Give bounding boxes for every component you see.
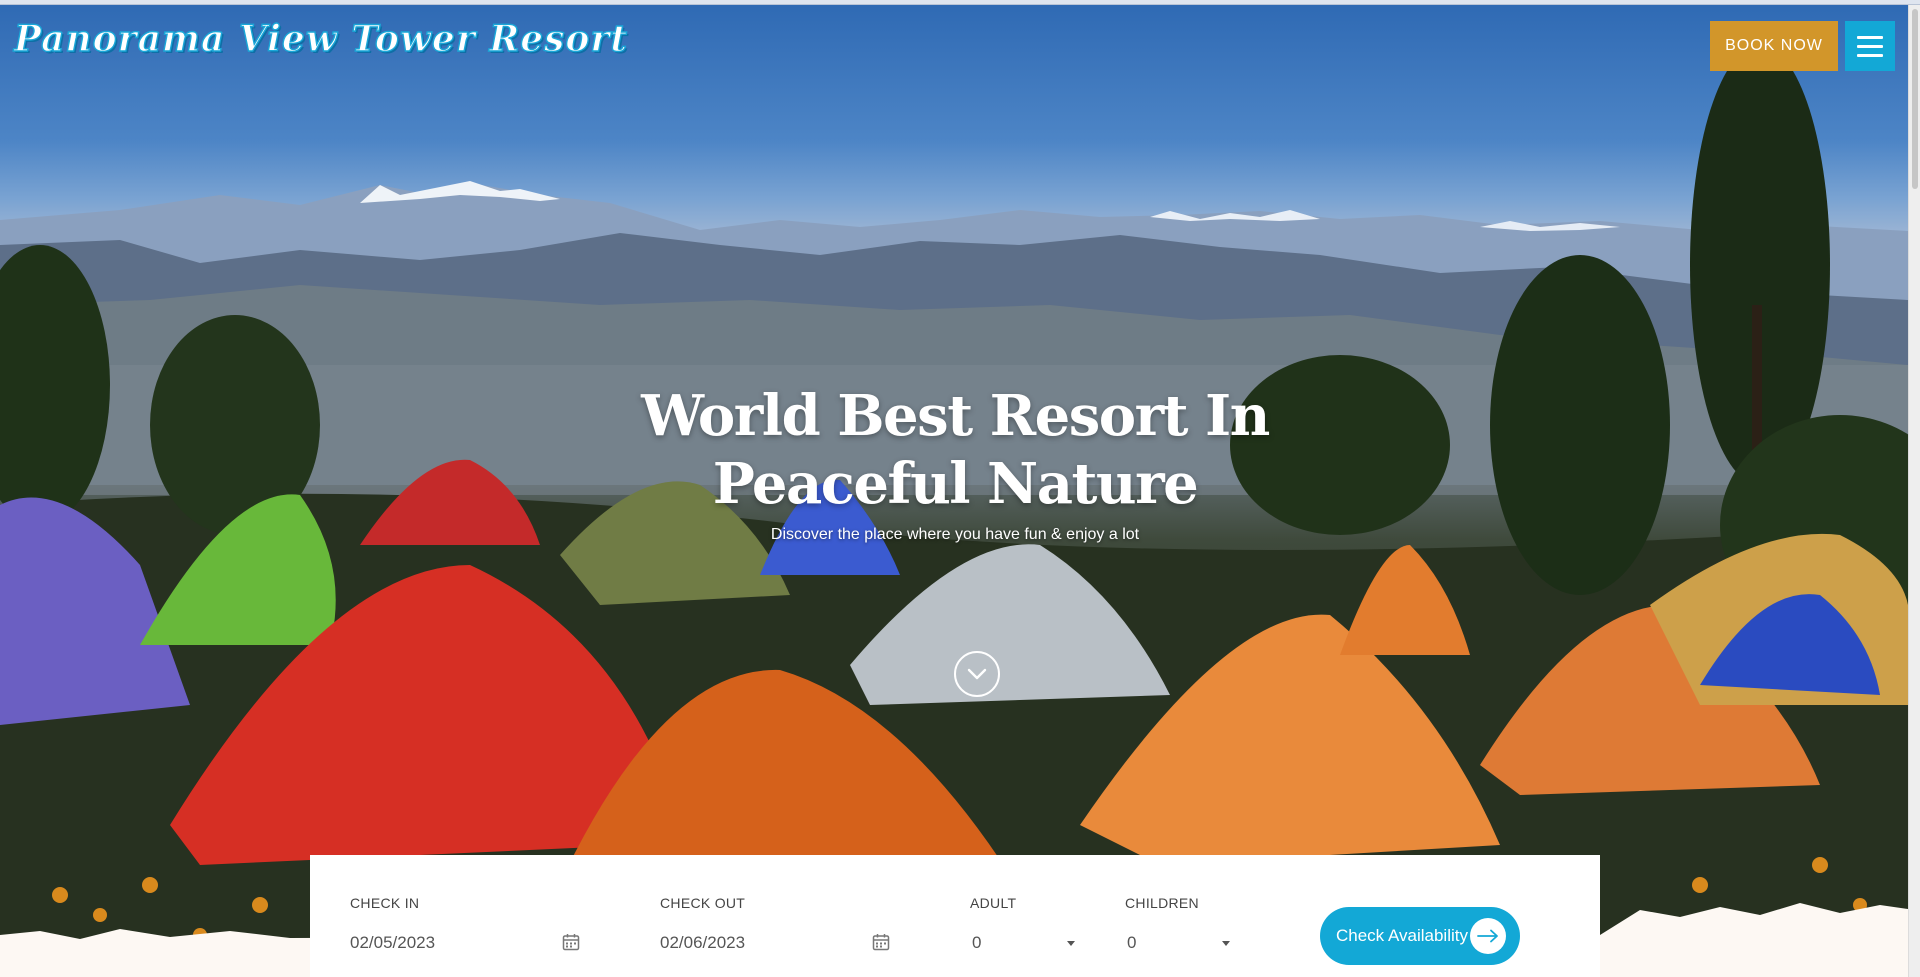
check-availability-button[interactable]: Check Availability [1320,907,1520,965]
scrollbar-thumb[interactable] [1912,9,1918,189]
page-scrollbar[interactable] [1908,5,1920,977]
arrow-right-icon [1470,918,1506,954]
chevron-down-icon[interactable] [1067,941,1075,946]
book-now-button[interactable]: BOOK NOW [1710,21,1838,71]
children-label: CHILDREN [1125,895,1199,911]
children-select[interactable]: 0 [1127,933,1136,953]
hamburger-menu-icon-bar [1857,53,1883,57]
hamburger-menu-icon [1857,35,1883,39]
check-availability-label: Check Availability [1336,926,1468,945]
calendar-icon[interactable] [562,933,580,951]
check-in-label: CHECK IN [350,895,420,911]
check-out-input[interactable]: 02/06/2023 [660,933,745,953]
check-in-input[interactable]: 02/05/2023 [350,933,435,953]
booking-form: CHECK IN 02/05/2023 CHECK OUT 02/06/2023… [310,855,1600,977]
chevron-down-icon [967,668,987,680]
adult-label: ADULT [970,895,1017,911]
hamburger-menu-button[interactable] [1845,21,1895,71]
hamburger-menu-icon-bar [1857,44,1883,48]
scroll-down-button[interactable] [954,651,1000,697]
site-logo[interactable]: Panorama View Tower Resort [13,17,628,60]
hero-subtitle: Discover the place where you have fun & … [770,526,1140,543]
check-out-label: CHECK OUT [660,895,746,911]
adult-select[interactable]: 0 [972,933,981,953]
calendar-icon[interactable] [872,933,890,951]
chevron-down-icon[interactable] [1222,941,1230,946]
hero-title: World Best Resort In Peaceful Nature [641,383,1270,517]
browser-top-strip [0,0,1920,5]
